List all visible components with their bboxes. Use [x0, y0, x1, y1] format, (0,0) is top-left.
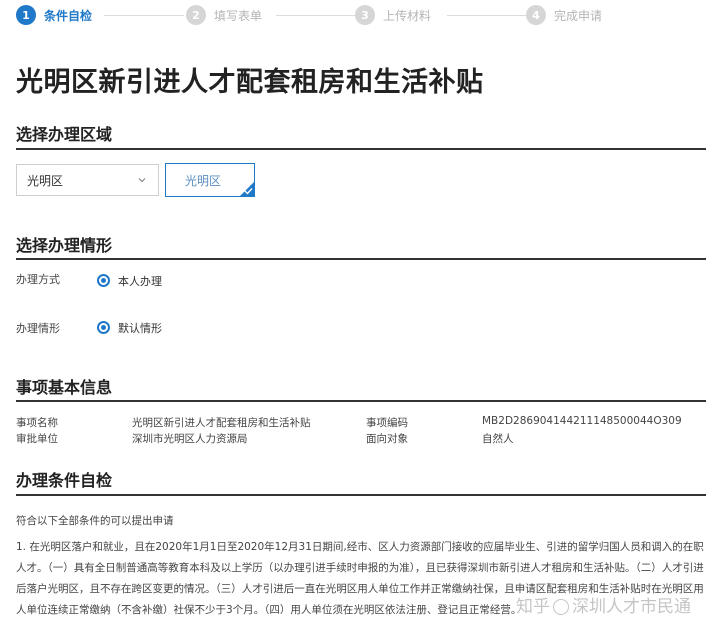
conditions-intro: 符合以下全部条件的可以提出申请 — [16, 515, 174, 527]
target-value: 自然人 — [482, 433, 514, 445]
step-2[interactable]: 2 填写表单 — [186, 4, 262, 26]
item-code-label: 事项编码 — [366, 417, 408, 429]
step-number: 1 — [16, 5, 36, 25]
step-connector — [104, 15, 184, 16]
situation-label: 办理情形 — [16, 322, 60, 335]
section-divider — [16, 258, 706, 260]
step-label: 条件自检 — [44, 8, 93, 23]
step-number: 2 — [186, 5, 206, 25]
watermark-site: 知乎 — [516, 597, 550, 617]
section-divider — [16, 148, 706, 150]
chevron-down-icon — [138, 178, 146, 183]
region-chip-label: 光明区 — [184, 173, 221, 188]
step-number: 4 — [526, 5, 546, 25]
section-title-conditions: 办理条件自检 — [16, 471, 113, 490]
step-label: 填写表单 — [214, 8, 263, 23]
situation-radio[interactable] — [97, 321, 110, 334]
situation-option-label: 默认情形 — [118, 322, 162, 335]
watermark: 知乎 深圳人才市民通 — [516, 592, 691, 617]
step-label: 完成申请 — [554, 8, 603, 23]
region-option-chip[interactable]: 光明区 — [165, 163, 255, 197]
step-3[interactable]: 3 上传材料 — [355, 4, 431, 26]
step-connector — [276, 15, 362, 16]
watermark-author: 深圳人才市民通 — [572, 597, 691, 617]
approval-label: 审批单位 — [16, 433, 58, 445]
item-code-value: MB2D286904144211148500044O309 — [482, 415, 682, 427]
page-title: 光明区新引进人才配套租房和生活补贴 — [16, 67, 484, 98]
item-name-label: 事项名称 — [16, 417, 58, 429]
approval-value: 深圳市光明区人力资源局 — [132, 433, 248, 445]
region-select-value: 光明区 — [27, 173, 64, 188]
check-icon — [244, 188, 253, 195]
step-connector — [447, 15, 533, 16]
section-divider — [16, 494, 706, 496]
section-divider — [16, 400, 706, 402]
progress-steps: 1 条件自检 2 填写表单 3 上传材料 4 完成申请 — [14, 4, 714, 26]
at-icon — [553, 599, 569, 615]
region-select[interactable]: 光明区 — [16, 164, 159, 196]
section-title-region: 选择办理区域 — [16, 125, 113, 144]
item-name-value: 光明区新引进人才配套租房和生活补贴 — [132, 417, 311, 429]
method-label: 办理方式 — [16, 273, 60, 286]
step-1[interactable]: 1 条件自检 — [16, 4, 92, 26]
section-title-info: 事项基本信息 — [16, 378, 113, 397]
step-label: 上传材料 — [383, 8, 432, 23]
method-option-label: 本人办理 — [118, 275, 162, 288]
target-label: 面向对象 — [366, 433, 408, 445]
step-number: 3 — [355, 5, 375, 25]
section-title-situation: 选择办理情形 — [16, 236, 113, 255]
method-radio[interactable] — [97, 274, 110, 287]
step-4[interactable]: 4 完成申请 — [526, 4, 602, 26]
